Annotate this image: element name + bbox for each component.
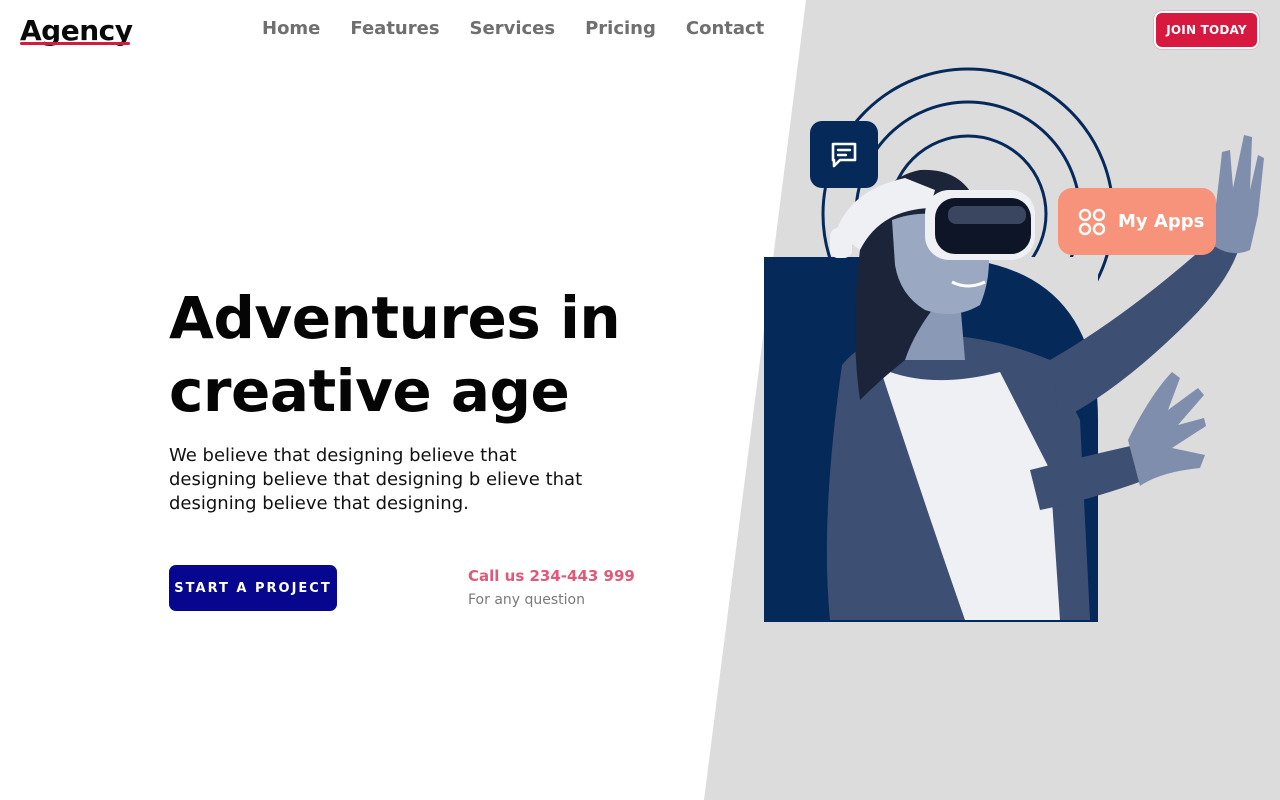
nav-pricing[interactable]: Pricing bbox=[585, 18, 656, 39]
start-project-button[interactable]: START A PROJECT bbox=[169, 565, 337, 611]
my-apps-label: My Apps bbox=[1118, 211, 1205, 232]
apps-grid-icon bbox=[1078, 208, 1106, 235]
chat-icon bbox=[831, 142, 857, 167]
nav-home[interactable]: Home bbox=[262, 18, 320, 39]
site-header: Agency Home Features Services Pricing Co… bbox=[0, 0, 1280, 64]
nav-features[interactable]: Features bbox=[350, 18, 439, 39]
join-today-button[interactable]: JOIN TODAY bbox=[1154, 11, 1259, 49]
nav-contact[interactable]: Contact bbox=[686, 18, 764, 39]
call-subtext: For any question bbox=[468, 592, 585, 608]
hero-description: We believe that designing believe that d… bbox=[169, 445, 583, 514]
my-apps-badge[interactable]: My Apps bbox=[1058, 188, 1216, 255]
hero-title-line-1: Adventures in bbox=[169, 284, 621, 352]
main-nav: Home Features Services Pricing Contact bbox=[262, 18, 764, 39]
hero-title: Adventures in creative age bbox=[169, 282, 689, 428]
chat-badge[interactable] bbox=[810, 121, 878, 188]
call-us-link[interactable]: Call us 234-443 999 bbox=[468, 567, 635, 585]
nav-services[interactable]: Services bbox=[470, 18, 556, 39]
hero-title-line-2: creative age bbox=[169, 357, 570, 425]
logo-underline bbox=[20, 42, 130, 45]
